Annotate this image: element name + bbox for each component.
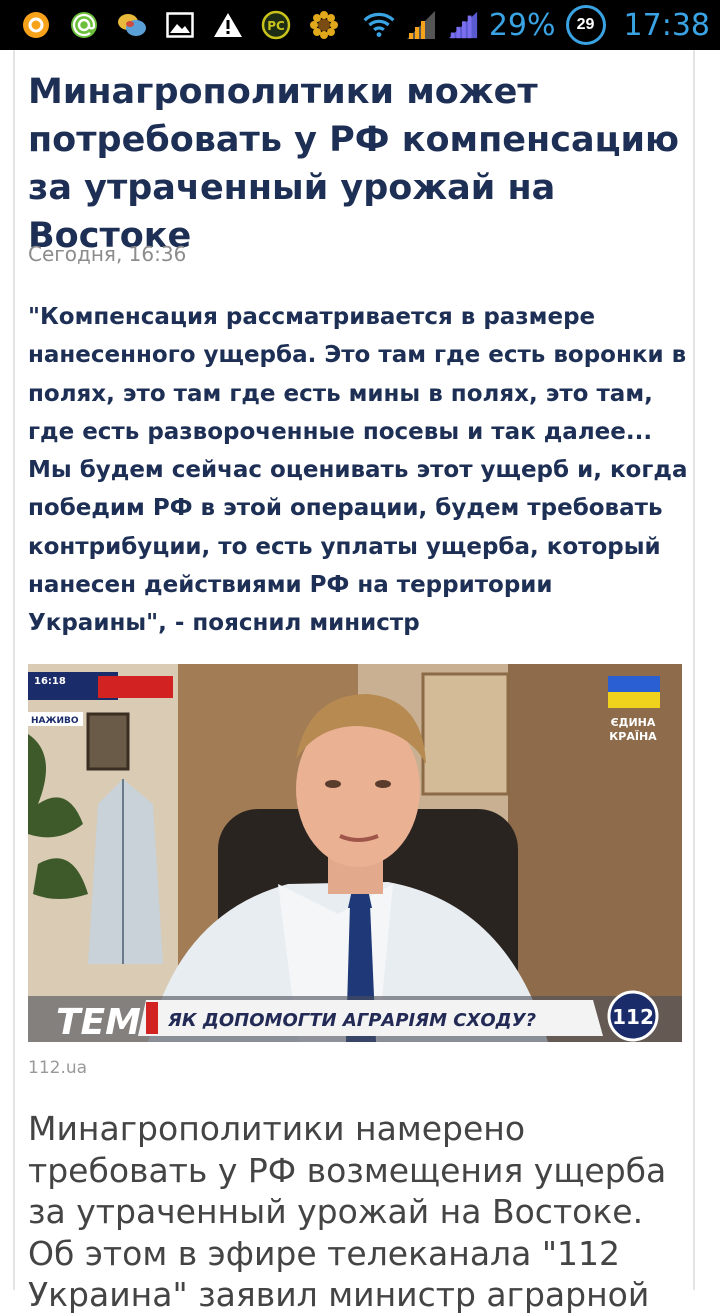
notification-icons: PC [0,9,340,41]
gallery-image-icon [164,9,196,41]
image-caption[interactable]: 112.ua [28,1058,87,1078]
clock: 17:38 [623,7,710,43]
signal-bars-icon [405,9,437,41]
rc-app-icon: PC [260,9,292,41]
corner-time: 16:18 [34,676,66,687]
tv-ticker-text: ЯК ДОПОМОГТИ АГРАРІЯМ СХОДУ? [167,1010,536,1031]
signal-bars-2-icon [447,9,479,41]
corner-live: НАЖИВО [31,716,79,726]
watermark-line2: КРАЇНА [609,729,657,743]
article-lead: "Компенсация рассматривается в размере н… [28,304,688,637]
svg-text:PC: PC [267,19,285,33]
warning-icon [212,9,244,41]
channel-badge: 112 [612,1005,654,1029]
system-status: 29% 29 17:38 [363,0,710,50]
ukraine-flag-icon [608,676,660,708]
wifi-icon [363,9,395,41]
watermark-line1: ЄДИНА [611,716,656,729]
article-image[interactable]: 16:18 НАЖИВО ЄДИНА КРАЇНА ТЕМА ЯК ДОПОМО… [28,664,682,1042]
battery-percent: 29% [488,7,556,43]
status-bar: PC 29% 29 17:38 [0,0,720,50]
chat-bubbles-icon [116,9,148,41]
gear-flower-icon [308,9,340,41]
email-at-icon [68,9,100,41]
battery-icon: 29 [565,5,606,45]
battery-badge: 29 [576,16,595,33]
article-title: Минагрополитики может потребовать у РФ к… [28,72,680,256]
article-date: Сегодня, 16:36 [28,242,187,266]
article-body: Минагрополитики намерено требовать у РФ … [28,1109,667,1314]
orange-circle-icon [20,9,52,41]
